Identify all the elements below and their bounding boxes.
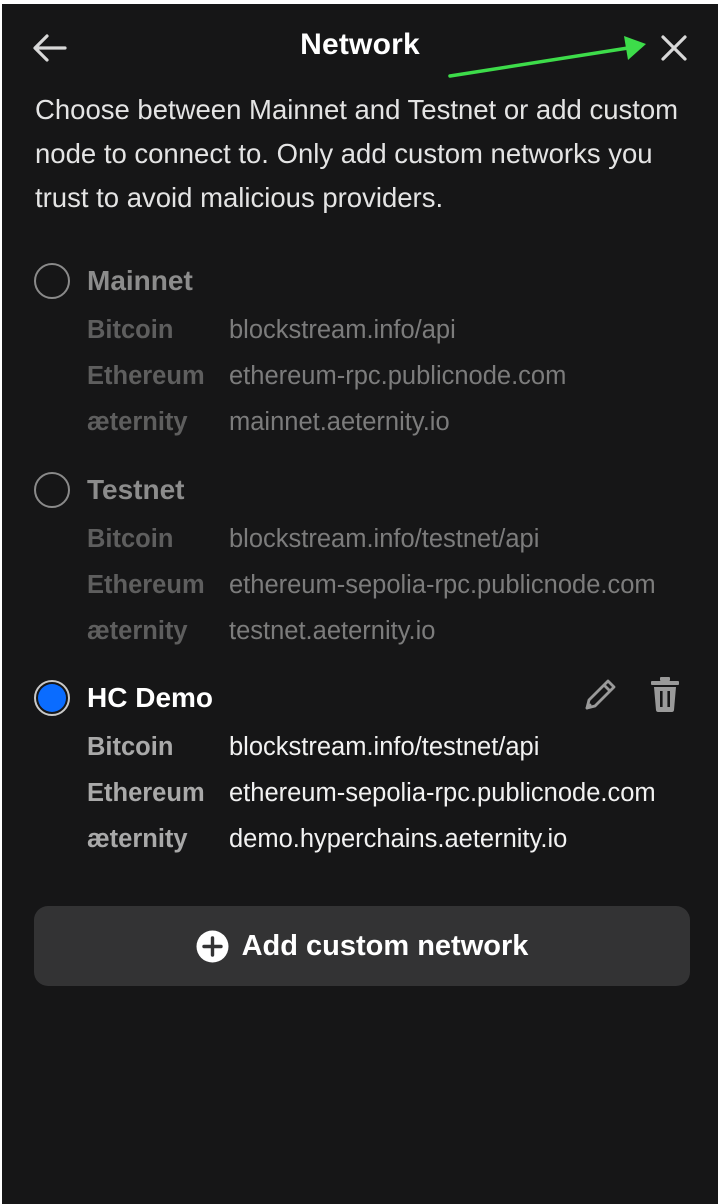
endpoint-row: æternity demo.hyperchains.aeternity.io: [34, 816, 694, 862]
delete-network-button[interactable]: [646, 674, 684, 714]
endpoint-url: blockstream.info/testnet/api: [229, 524, 540, 553]
plus-circle-icon: [196, 930, 229, 963]
header: Network: [2, 4, 718, 84]
network-option-header: Mainnet: [34, 261, 694, 301]
endpoint-row: æternity mainnet.aeternity.io: [34, 399, 694, 445]
endpoint-row: Bitcoin blockstream.info/api: [34, 307, 694, 353]
endpoint-row: æternity testnet.aeternity.io: [34, 608, 694, 654]
network-description: Choose between Mainnet and Testnet or ad…: [35, 94, 679, 213]
endpoint-label: Bitcoin: [87, 732, 174, 761]
network-name: Testnet: [87, 474, 185, 505]
endpoint-url: ethereum-rpc.publicnode.com: [229, 361, 567, 390]
endpoint-url: ethereum-sepolia-rpc.publicnode.com: [229, 570, 656, 599]
close-button[interactable]: [652, 26, 696, 70]
pencil-icon: [585, 679, 616, 710]
add-custom-network-label: Add custom network: [241, 929, 529, 962]
endpoint-label: Ethereum: [87, 570, 205, 599]
radio-selected-dot: [38, 684, 66, 712]
endpoint-label: Ethereum: [87, 778, 205, 807]
radio-mainnet[interactable]: [34, 263, 70, 299]
endpoint-label: æternity: [87, 616, 188, 645]
endpoint-url: mainnet.aeternity.io: [229, 407, 450, 436]
network-option-hc-demo: HC Demo Bitcoin blockstream.info/testnet…: [34, 677, 694, 862]
trash-icon: [651, 677, 679, 712]
endpoint-url: blockstream.info/testnet/api: [229, 732, 540, 761]
endpoint-url: blockstream.info/api: [229, 315, 456, 344]
network-endpoints: Bitcoin blockstream.info/testnet/api Eth…: [34, 516, 694, 654]
endpoint-row: Ethereum ethereum-sepolia-rpc.publicnode…: [34, 562, 694, 608]
network-name: Mainnet: [87, 265, 193, 296]
endpoint-label: æternity: [87, 407, 188, 436]
network-name: HC Demo: [87, 682, 214, 713]
endpoint-url: testnet.aeternity.io: [229, 616, 436, 645]
endpoint-row: Bitcoin blockstream.info/testnet/api: [34, 724, 694, 770]
endpoint-row: Ethereum ethereum-sepolia-rpc.publicnode…: [34, 770, 694, 816]
endpoint-label: Ethereum: [87, 361, 205, 390]
endpoint-label: Bitcoin: [87, 524, 174, 553]
network-option-header: HC Demo: [34, 677, 694, 718]
network-option-header: Testnet: [34, 470, 694, 510]
edit-network-button[interactable]: [582, 674, 620, 714]
endpoint-label: æternity: [87, 824, 188, 853]
endpoint-url: ethereum-sepolia-rpc.publicnode.com: [229, 778, 656, 807]
endpoint-url: demo.hyperchains.aeternity.io: [229, 824, 568, 853]
network-actions: [582, 674, 684, 714]
page-title: Network: [300, 28, 420, 61]
radio-testnet[interactable]: [34, 472, 70, 508]
add-custom-network-button[interactable]: Add custom network: [34, 906, 690, 986]
close-icon: [661, 35, 687, 61]
endpoint-label: Bitcoin: [87, 315, 174, 344]
endpoint-row: Ethereum ethereum-rpc.publicnode.com: [34, 353, 694, 399]
network-option-testnet: Testnet Bitcoin blockstream.info/testnet…: [34, 470, 694, 654]
network-endpoints: Bitcoin blockstream.info/testnet/api Eth…: [34, 724, 694, 862]
radio-hc-demo[interactable]: [34, 680, 70, 716]
network-endpoints: Bitcoin blockstream.info/api Ethereum et…: [34, 307, 694, 445]
network-option-mainnet: Mainnet Bitcoin blockstream.info/api Eth…: [34, 261, 694, 445]
endpoint-row: Bitcoin blockstream.info/testnet/api: [34, 516, 694, 562]
network-screen: Network Choose between Mainnet and Testn…: [2, 4, 718, 1204]
